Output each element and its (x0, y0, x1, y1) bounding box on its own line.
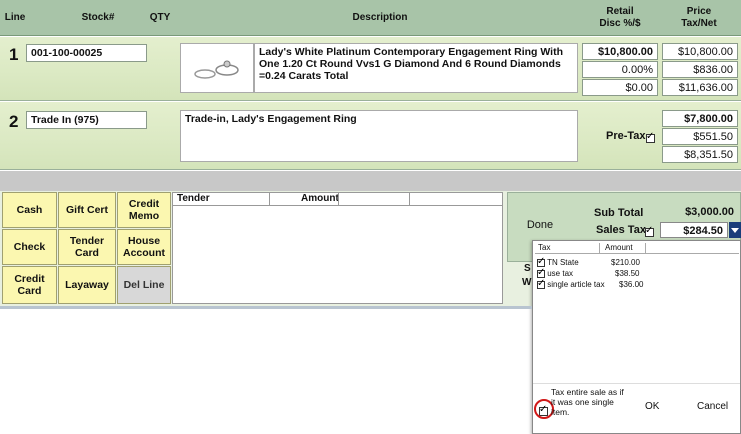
subtotal-label: Sub Total (594, 207, 644, 219)
col-divider (338, 193, 339, 205)
check-button[interactable]: Check (2, 229, 57, 265)
net-value: $8,351.50 (662, 146, 738, 163)
col-retail: Retail (606, 6, 634, 17)
del-line-button[interactable]: Del Line (117, 266, 171, 304)
stock-field[interactable]: Trade In (975) (26, 111, 147, 129)
line-number: 1 (9, 45, 19, 64)
partial-label-w: W (522, 277, 532, 288)
tender-card-button[interactable]: Tender Card (58, 229, 116, 265)
col-divider (269, 193, 270, 205)
cancel-button[interactable]: Cancel (697, 401, 728, 412)
gift-cert-button[interactable]: Gift Cert (58, 192, 116, 228)
col-qty: QTY (149, 12, 171, 23)
tax-list[interactable]: TN State $210.00 use tax $38.50 single art… (537, 256, 657, 290)
sale-line-1[interactable]: 1 001-100-00025 Lady's White Platinum Co… (0, 37, 741, 101)
col-taxnet: Tax/Net (681, 18, 717, 29)
disc-percent[interactable]: 0.00% (582, 61, 658, 78)
chevron-down-icon (731, 228, 739, 233)
description-field[interactable]: Trade-in, Lady's Engagement Ring (180, 110, 578, 162)
amount-col: Amount (301, 193, 339, 204)
tax-item[interactable]: TN State $210.00 (537, 256, 657, 268)
cash-button[interactable]: Cash (2, 192, 57, 228)
tax-amount-col: Amount (605, 243, 633, 252)
col-line: Line (4, 12, 26, 23)
col-stock: Stock# (81, 12, 115, 23)
tax-value: $551.50 (662, 128, 738, 145)
price-value[interactable]: $10,800.00 (662, 43, 738, 60)
tax-item-checkbox[interactable] (537, 267, 545, 278)
retail-value[interactable]: $10,800.00 (582, 43, 658, 60)
pretax-label: Pre-Tax (606, 130, 646, 142)
tender-list[interactable]: Tender Amount (172, 192, 503, 304)
popup-divider (533, 383, 740, 384)
tax-item[interactable]: single article tax $36.00 (537, 278, 657, 290)
tax-breakdown-popup[interactable]: Tax Amount TN State $210.00 use tax $38.50… (532, 240, 741, 434)
tax-item-amount: $38.50 (615, 269, 640, 278)
separator-bar (0, 171, 741, 191)
tax-item[interactable]: use tax $38.50 (537, 267, 657, 279)
grid-header: Line Stock# QTY Description Retail Disc … (0, 0, 741, 36)
sale-line-2[interactable]: 2 Trade In (975) Trade-in, Lady's Engage… (0, 102, 741, 170)
partial-label-s: S (524, 263, 531, 274)
col-divider (645, 243, 646, 253)
col-divider (599, 243, 600, 253)
entire-sale-label: Tax entire sale as if it was one single … (551, 387, 624, 417)
salestax-dropdown-button[interactable] (729, 222, 741, 238)
tax-item-name: TN State (547, 258, 579, 267)
house-account-button[interactable]: House Account (117, 229, 171, 265)
tender-list-header: Tender Amount (173, 193, 502, 206)
tax-item-checkbox[interactable] (537, 278, 545, 289)
tax-list-header: Tax Amount (535, 243, 739, 254)
window-bottom-edge (0, 306, 532, 309)
description-field[interactable]: Lady's White Platinum Contemporary Engag… (254, 43, 578, 93)
tender-col: Tender (177, 193, 210, 204)
credit-card-button[interactable]: Credit Card (2, 266, 57, 304)
pretax-checkbox[interactable] (646, 131, 655, 143)
line-number: 2 (9, 112, 19, 131)
price-value[interactable]: $7,800.00 (662, 110, 738, 127)
ring-image-icon (194, 60, 239, 79)
ok-button[interactable]: OK (645, 401, 659, 412)
net-value: $11,636.00 (662, 79, 738, 96)
tax-col: Tax (538, 243, 551, 252)
col-disc: Disc %/$ (599, 18, 641, 29)
tax-item-amount: $36.00 (619, 280, 644, 289)
col-price: Price (686, 6, 712, 17)
tax-item-name: single article tax (547, 280, 605, 289)
layaway-button[interactable]: Layaway (58, 266, 116, 304)
credit-memo-button[interactable]: Credit Memo (117, 192, 171, 228)
col-divider (409, 193, 410, 205)
tax-item-amount: $210.00 (611, 258, 640, 267)
salestax-checkbox[interactable] (645, 225, 654, 237)
subtotal-value: $3,000.00 (685, 206, 734, 218)
col-description: Description (352, 12, 408, 23)
salestax-label: Sales Tax (596, 224, 646, 236)
tax-item-name: use tax (547, 269, 574, 278)
disc-amount[interactable]: $0.00 (582, 79, 658, 96)
tax-value: $836.00 (662, 61, 738, 78)
tax-item-checkbox[interactable] (537, 256, 545, 267)
stock-field[interactable]: 001-100-00025 (26, 44, 147, 62)
salestax-value: $284.50 (660, 222, 728, 238)
ring-thumbnail (180, 43, 254, 93)
